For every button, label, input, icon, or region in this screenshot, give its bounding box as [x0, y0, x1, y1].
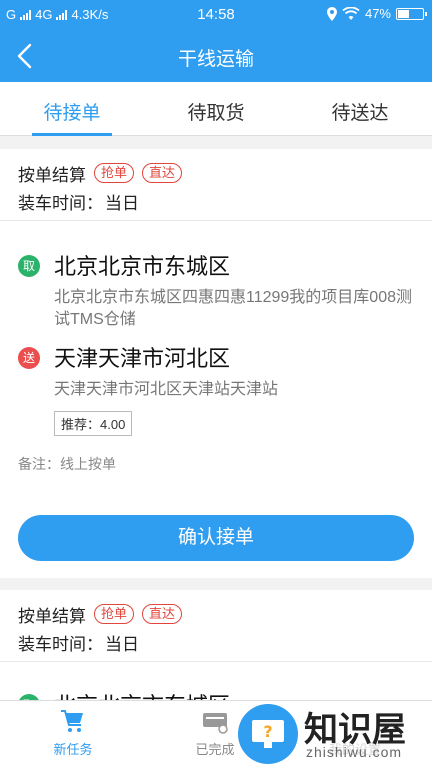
tab-pending-delivery[interactable]: 待送达 [288, 82, 432, 135]
order-card: 按单结算 抢单 直达 装车时间： 当日 取 北京北京市东城区 [0, 590, 432, 718]
page-title: 干线运输 [177, 49, 254, 70]
load-time-value: 当日 [105, 194, 139, 213]
pickup-badge: 取 [18, 255, 40, 277]
nav-new-task[interactable]: 新任务 [18, 709, 128, 758]
watermark-logo: ? [238, 704, 298, 764]
tab-pending-accept[interactable]: 待接单 [0, 82, 144, 136]
pickup-city: 北京北京市东城区 [54, 254, 231, 279]
tag-grab: 抢单 [94, 163, 135, 183]
delivery-city: 天津天津市河北区 [54, 346, 231, 371]
order-header: 按单结算 抢单 直达 装车时间： 当日 [0, 590, 432, 662]
nav-bar: 干线运输 [0, 30, 432, 82]
battery-icon [396, 7, 427, 20]
delivery-stop: 送 天津天津市河北区 天津天津市河北区天津站天津站 [18, 345, 414, 401]
pickup-stop: 取 北京北京市东城区 北京北京市东城区四惠四惠11299我的项目库008测试TM… [18, 253, 414, 331]
tag-grab: 抢单 [94, 604, 135, 624]
order-header: 按单结算 抢单 直达 装车时间： 当日 [0, 149, 432, 221]
delivery-badge: 送 [18, 347, 40, 369]
delivery-address: 天津天津市河北区天津站天津站 [54, 381, 279, 398]
tag-direct: 直达 [142, 604, 183, 624]
pickup-address: 北京北京市东城区四惠四惠11299我的项目库008测试TMS仓储 [54, 289, 413, 328]
tag-direct: 直达 [142, 163, 183, 183]
tab-pending-pickup[interactable]: 待取货 [144, 82, 288, 135]
order-note: 备注：线上按单 [18, 456, 116, 472]
tab-bar: 待接单 待取货 待送达 [0, 82, 432, 136]
load-time-label: 装车时间： [18, 194, 103, 213]
location-icon [326, 6, 337, 21]
watermark: ? 知识屋 zhishiwu.com [236, 700, 432, 768]
cart-icon [61, 710, 83, 732]
wifi-icon [342, 7, 360, 20]
truck-icon [203, 713, 228, 734]
confirm-accept-button[interactable]: 确认接单 [18, 515, 414, 561]
load-time-value: 当日 [105, 635, 139, 654]
route-info: 取 北京北京市东城区 北京北京市东城区四惠四惠11299我的项目库008测试TM… [0, 221, 432, 474]
order-card: 按单结算 抢单 直达 装车时间： 当日 取 北京北京市东城区 北京北京市东城区四… [0, 149, 432, 578]
watermark-domain: zhishiwu.com [306, 744, 403, 760]
nav-new-task-label: 新任务 [53, 742, 93, 757]
nav-completed-label: 已完成 [195, 742, 235, 757]
battery-percent: 47% [364, 6, 391, 21]
load-time-label: 装车时间： [18, 635, 103, 654]
status-bar: G 4G 4.3K/s 14:58 47% [0, 0, 432, 30]
settlement-label: 按单结算 [18, 165, 86, 185]
settlement-label: 按单结算 [18, 606, 86, 626]
recommend-price: 推荐：4.00 [54, 411, 133, 436]
svg-text:?: ? [263, 722, 272, 741]
